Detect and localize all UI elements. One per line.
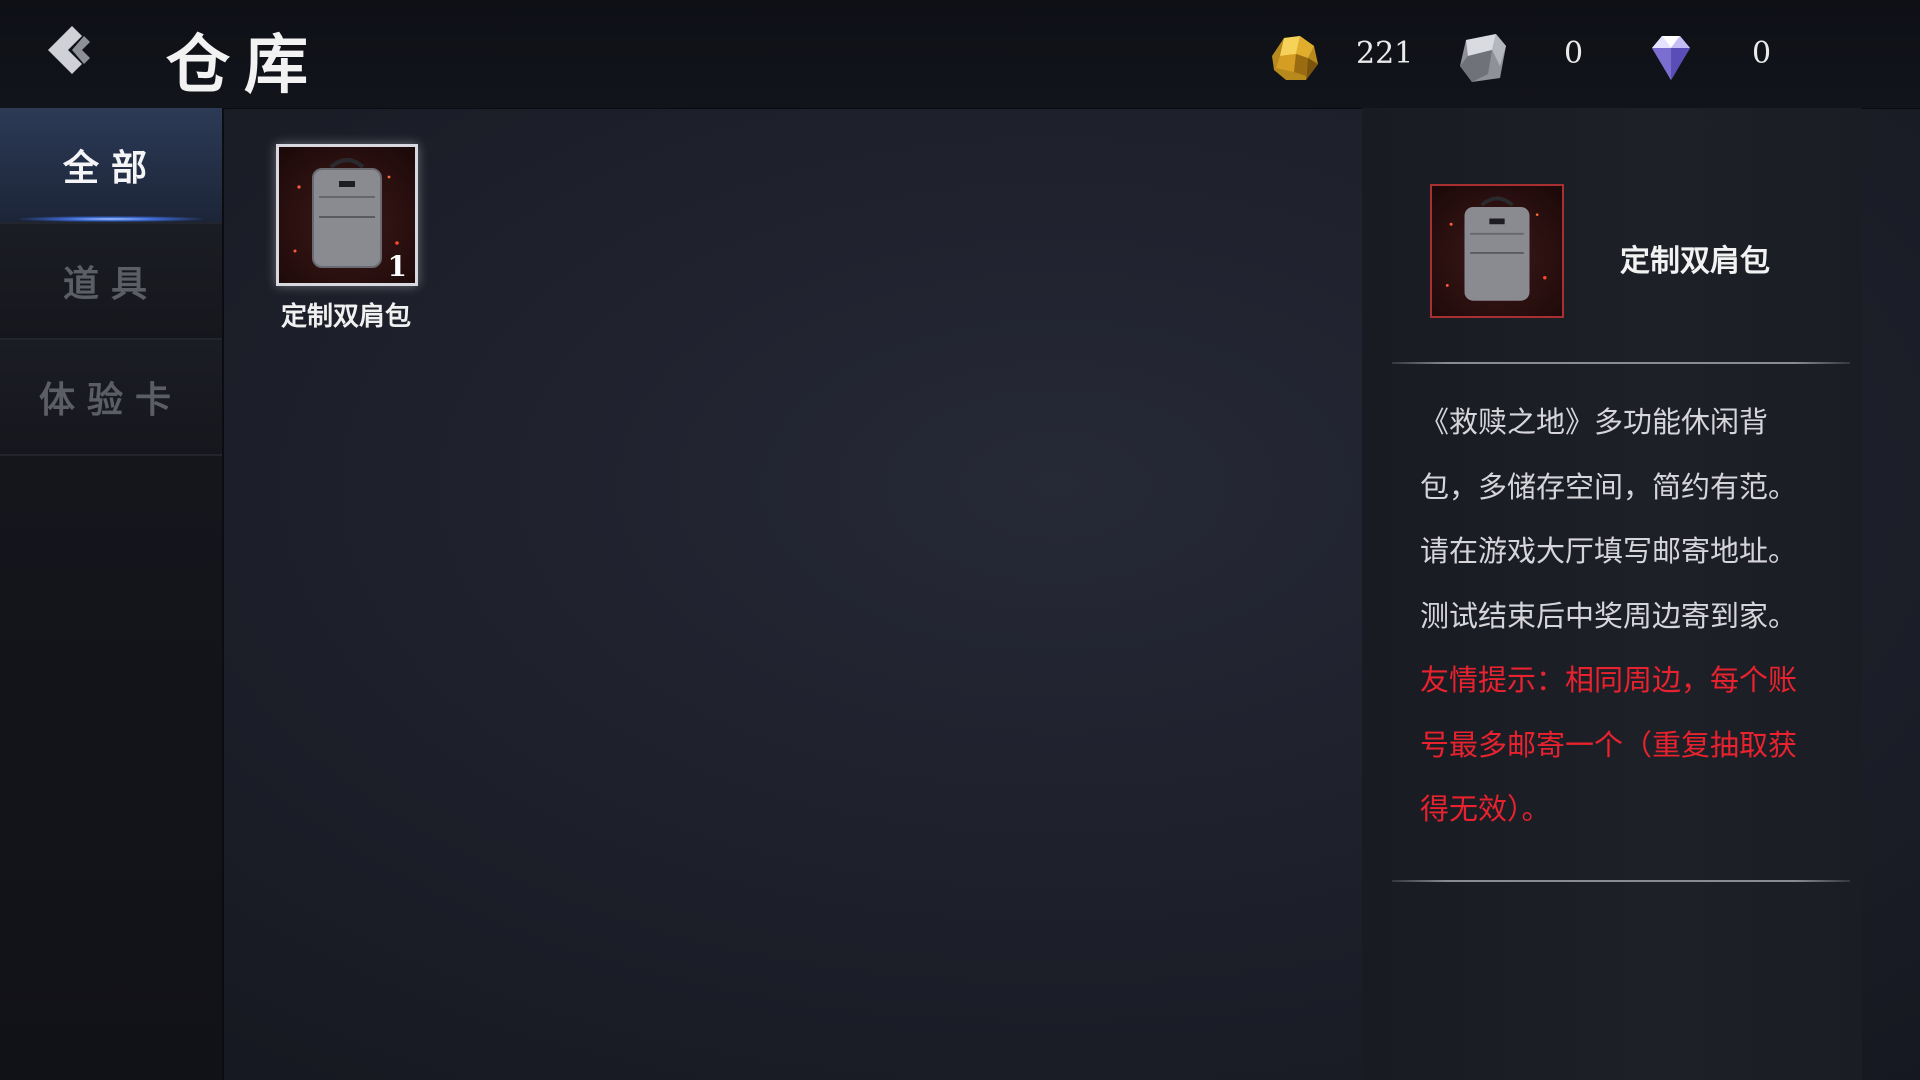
tab-items[interactable]: 道具 bbox=[0, 224, 222, 340]
divider-top bbox=[1392, 362, 1850, 364]
tab-all[interactable]: 全部 bbox=[0, 108, 222, 224]
item-count: 1 bbox=[387, 250, 407, 283]
silver-value: 0 bbox=[1564, 36, 1584, 71]
inventory-slot[interactable]: 1 bbox=[276, 144, 418, 286]
diamond-value: 0 bbox=[1752, 36, 1772, 71]
top-bar: 仓库 221 0 0 bbox=[0, 0, 1920, 109]
detail-item-image bbox=[1430, 184, 1564, 318]
divider-bottom bbox=[1392, 880, 1850, 882]
page-title: 仓库 bbox=[166, 28, 322, 103]
back-arrow-icon[interactable] bbox=[38, 18, 102, 82]
gold-ore-icon bbox=[1264, 26, 1326, 88]
description-text: 《救赎之地》多功能休闲背包，多储存空间，简约有范。请在游戏大厅填写邮寄地址。测试… bbox=[1420, 405, 1798, 633]
category-sidebar: 全部 道具 体验卡 bbox=[0, 108, 224, 1080]
item-name: 定制双肩包 bbox=[280, 302, 411, 332]
warning-text: 友情提示：相同周边，每个账号最多邮寄一个（重复抽取获得无效）。 bbox=[1420, 663, 1798, 826]
detail-item-name: 定制双肩包 bbox=[1620, 244, 1770, 279]
item-description: 《救赎之地》多功能休闲背包，多储存空间，简约有范。请在游戏大厅填写邮寄地址。测试… bbox=[1420, 390, 1800, 842]
diamond-icon bbox=[1640, 26, 1702, 88]
backpack-icon bbox=[1445, 196, 1547, 301]
gold-value: 221 bbox=[1356, 36, 1414, 71]
tab-trial-cards[interactable]: 体验卡 bbox=[0, 340, 222, 456]
silver-ore-icon bbox=[1452, 26, 1514, 88]
